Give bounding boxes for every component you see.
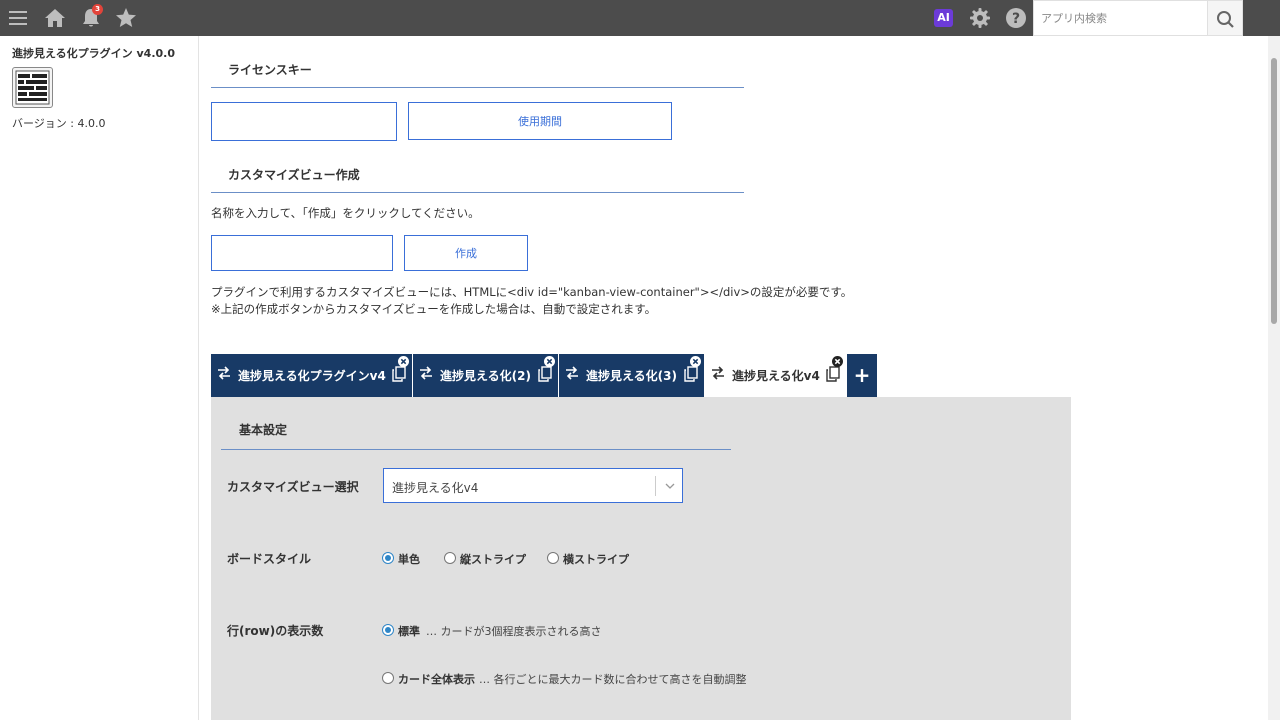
view-select-value: 進捗見える化v4	[392, 481, 479, 495]
view-select-label: カスタマイズビュー選択	[227, 480, 359, 494]
star-icon[interactable]	[114, 6, 138, 30]
tab-label: 進捗見える化v4	[732, 369, 820, 383]
tab-view-3[interactable]: 進捗見える化(3)	[559, 354, 704, 397]
add-tab-button[interactable]: +	[847, 354, 877, 397]
search-button[interactable]	[1208, 0, 1243, 36]
custom-view-note-1: プラグインで利用するカスタマイズビューには、HTMLに<div id="kanb…	[211, 285, 853, 299]
license-heading: ライセンスキー	[228, 63, 312, 77]
search-box	[1033, 0, 1208, 36]
license-key-field	[211, 102, 397, 141]
radio-label: 横ストライプ	[563, 553, 629, 566]
help-icon[interactable]: ?	[1004, 6, 1028, 30]
notification-badge: 3	[92, 4, 103, 15]
scrollbar-thumb[interactable]	[1271, 58, 1277, 324]
license-key-input[interactable]	[212, 103, 396, 140]
tab-label: 進捗見える化プラグインv4	[238, 369, 386, 383]
radio-label: 標準	[398, 625, 420, 638]
radio-label: カード全体表示	[398, 673, 475, 686]
chevron-down-icon	[665, 483, 675, 489]
close-icon[interactable]	[690, 356, 701, 367]
copy-icon[interactable]	[826, 366, 840, 382]
basic-settings-heading: 基本設定	[239, 423, 288, 437]
swap-icon	[420, 366, 432, 380]
tab-label: 進捗見える化(2)	[440, 369, 531, 383]
license-period-button[interactable]: 使用期間	[408, 102, 672, 140]
board-style-label: ボードスタイル	[227, 552, 312, 566]
swap-icon	[566, 366, 578, 380]
radio-circle	[382, 552, 394, 564]
settings-panel: 基本設定 カスタマイズビュー選択 進捗見える化v4 ボードスタイル 単色 縦スト…	[211, 397, 1071, 720]
home-icon[interactable]	[43, 6, 67, 30]
tab-label: 進捗見える化(3)	[586, 369, 677, 383]
copy-icon[interactable]	[684, 366, 698, 382]
tab-view-1[interactable]: 進捗見える化プラグインv4	[211, 354, 412, 397]
create-button[interactable]: 作成	[404, 235, 528, 271]
custom-view-name-field	[211, 235, 393, 271]
tab-view-2[interactable]: 進捗見える化(2)	[413, 354, 558, 397]
radio-circle	[382, 672, 394, 684]
custom-view-section-header: カスタマイズビュー作成	[211, 161, 744, 193]
custom-view-note-2: ※上記の作成ボタンからカスタマイズビューを作成した場合は、自動で設定されます。	[211, 302, 657, 316]
row-count-label: 行(row)の表示数	[227, 624, 324, 638]
close-icon[interactable]	[398, 356, 409, 367]
svg-text:?: ?	[1012, 11, 1020, 27]
custom-view-heading: カスタマイズビュー作成	[228, 168, 360, 182]
radio-circle	[547, 552, 559, 564]
radio-description: … カードが3個程度表示される高さ	[426, 625, 602, 638]
swap-icon	[712, 366, 724, 380]
custom-view-instruction: 名称を入力して、「作成」をクリックしてください。	[211, 206, 480, 220]
menu-icon[interactable]	[7, 6, 31, 30]
search-input[interactable]	[1034, 1, 1199, 35]
license-section-header: ライセンスキー	[211, 56, 744, 88]
radio-label: 単色	[398, 553, 420, 566]
search-icon	[1217, 11, 1234, 28]
plugin-title: 進捗見える化プラグイン v4.0.0	[12, 47, 175, 60]
radio-circle	[382, 624, 394, 636]
copy-icon[interactable]	[392, 366, 406, 382]
close-icon[interactable]	[544, 356, 555, 367]
top-bar: 3 AI ?	[0, 0, 1280, 36]
view-select-dropdown[interactable]: 進捗見える化v4	[383, 468, 683, 503]
close-icon[interactable]	[832, 356, 843, 367]
basic-settings-header: 基本設定	[221, 397, 731, 450]
scrollbar[interactable]	[1268, 36, 1280, 720]
radio-description: … 各行ごとに最大カード数に合わせて高さを自動調整	[479, 673, 747, 686]
swap-icon	[218, 366, 230, 380]
plugin-logo-icon	[12, 67, 53, 108]
radio-label: 縦ストライプ	[460, 553, 526, 566]
select-divider	[655, 476, 656, 496]
tab-view-4[interactable]: 進捗見える化v4	[705, 354, 846, 397]
copy-icon[interactable]	[538, 366, 552, 382]
ai-icon[interactable]: AI	[934, 9, 953, 27]
radio-circle	[444, 552, 456, 564]
custom-view-name-input[interactable]	[212, 236, 392, 270]
gear-icon[interactable]	[968, 6, 992, 30]
plugin-info-panel: 進捗見える化プラグイン v4.0.0 バージョン : 4.0.0	[0, 36, 199, 720]
plugin-version: バージョン : 4.0.0	[12, 117, 106, 130]
